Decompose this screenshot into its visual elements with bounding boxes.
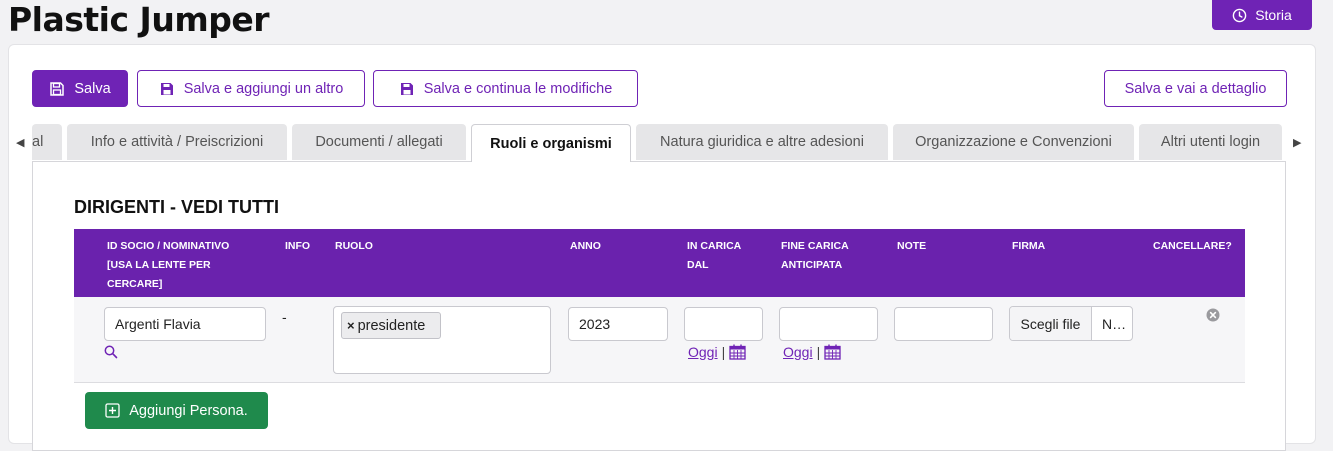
separator: | [721, 344, 726, 360]
chip-remove-icon[interactable]: × [347, 318, 355, 333]
save-continue-button-label: Salva e continua le modifiche [423, 80, 613, 97]
tab-documenti[interactable]: Documenti / allegati [292, 124, 466, 160]
choose-file-button[interactable]: Scegli file [1010, 307, 1092, 340]
tab-label: Documenti / allegati [315, 134, 443, 150]
anno-value: 2023 [579, 316, 611, 332]
save-continue-button[interactable]: Salva e continua le modifiche [373, 70, 638, 107]
nominativo-value: Argenti Flavia [115, 316, 201, 332]
ruolo-chip: × presidente [341, 312, 441, 339]
tab-info-attivita[interactable]: Info e attività / Preiscrizioni [67, 124, 287, 160]
floppy-icon [50, 81, 65, 96]
tab-label: Ruoli e organismi [490, 135, 612, 152]
save-button[interactable]: Salva [32, 70, 128, 107]
plus-square-icon [105, 403, 120, 418]
tab-label: Organizzazione e Convenzioni [915, 134, 1112, 150]
col-header-info: INFO [285, 240, 311, 252]
section-title: DIRIGENTI - VEDI TUTTI [74, 197, 279, 217]
col-header-ruolo: RUOLO [335, 240, 373, 252]
firma-file-input[interactable]: Scegli file N… [1009, 306, 1133, 341]
tab-label: Info e attività / Preiscrizioni [90, 134, 264, 150]
add-person-button[interactable]: Aggiungi Persona. [85, 392, 268, 429]
save-add-button-label: Salva e aggiungi un altro [183, 80, 344, 97]
tab-natura-giuridica[interactable]: Natura giuridica e altre adesioni [636, 124, 888, 160]
tab-partial[interactable]: al [32, 124, 62, 160]
tab-scroll-right-icon[interactable]: ▶ [1293, 136, 1301, 149]
floppy-icon [160, 82, 173, 95]
calendar-icon[interactable] [824, 344, 841, 360]
history-button[interactable]: Storia [1212, 0, 1312, 30]
search-icon[interactable] [104, 345, 118, 359]
tab-label: Natura giuridica e altre adesioni [660, 134, 864, 150]
table-header: ID SOCIO / NOMINATIVO [USA LA LENTE PER … [74, 229, 1245, 297]
ruolo-chip-label: presidente [357, 317, 426, 334]
col-header-note: NOTE [897, 240, 927, 252]
clock-icon [1232, 8, 1247, 22]
tab-bar: ◀ al Info e attività / Preiscrizioni Doc… [0, 124, 1333, 162]
tab-organizzazione[interactable]: Organizzazione e Convenzioni [893, 124, 1134, 160]
nominativo-input[interactable]: Argenti Flavia [104, 307, 266, 341]
col-header-cancellare: CANCELLARE? [1153, 240, 1232, 252]
col-header-anno: ANNO [570, 240, 601, 252]
save-detail-button-label: Salva e vai a dettaglio [1124, 80, 1267, 97]
col-header-id-socio: ID SOCIO / NOMINATIVO [USA LA LENTE PER … [107, 240, 230, 290]
fine-carica-shortcuts: Oggi | [783, 344, 841, 360]
calendar-icon[interactable] [729, 344, 746, 360]
file-name: N… [1102, 315, 1127, 332]
anno-input[interactable]: 2023 [568, 307, 668, 341]
add-person-button-label: Aggiungi Persona. [129, 402, 248, 419]
history-button-label: Storia [1255, 7, 1292, 23]
floppy-icon [400, 82, 413, 95]
tab-ruoli-organismi[interactable]: Ruoli e organismi [471, 124, 631, 162]
save-add-button[interactable]: Salva e aggiungi un altro [137, 70, 365, 107]
note-input[interactable] [894, 307, 993, 341]
page-title: Plastic Jumper [8, 0, 269, 39]
delete-circle-icon[interactable] [1206, 308, 1220, 322]
info-value: - [282, 309, 287, 325]
tab-scroll-left-icon[interactable]: ◀ [16, 136, 24, 149]
separator: | [816, 344, 821, 360]
today-link[interactable]: Oggi [783, 344, 813, 360]
fine-carica-date-input[interactable] [779, 307, 878, 341]
save-detail-button[interactable]: Salva e vai a dettaglio [1104, 70, 1287, 107]
in-carica-date-input[interactable] [684, 307, 763, 341]
tab-label: Altri utenti login [1160, 134, 1261, 150]
tab-altri-utenti[interactable]: Altri utenti login [1139, 124, 1282, 160]
save-button-label: Salva [74, 80, 111, 97]
col-header-in-carica: IN CARICA DAL [687, 240, 742, 271]
in-carica-shortcuts: Oggi | [688, 344, 746, 360]
col-header-fine-carica: FINE CARICA ANTICIPATA [781, 240, 849, 271]
col-header-firma: FIRMA [1012, 240, 1046, 252]
today-link[interactable]: Oggi [688, 344, 718, 360]
tab-label: al [32, 134, 44, 150]
